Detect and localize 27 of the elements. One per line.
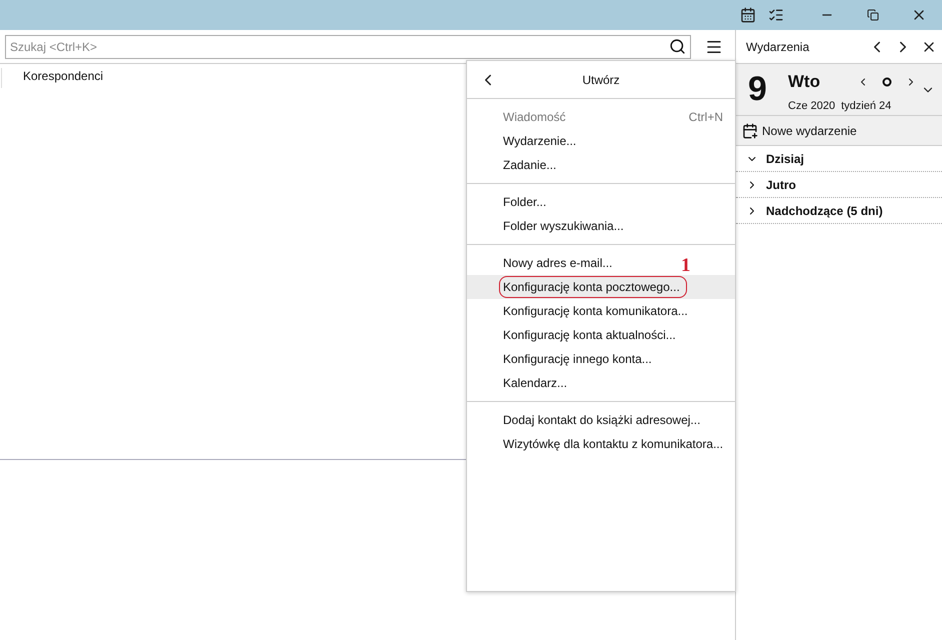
restore-icon — [867, 9, 879, 21]
day-number: 9 — [748, 70, 768, 109]
calendar-icon — [740, 7, 756, 23]
sidebar-title: Wydarzenia — [746, 40, 810, 54]
circle-icon — [882, 76, 892, 86]
weekday: Wto — [788, 72, 822, 92]
menu-item[interactable]: Wizytówkę dla kontaktu z komunikatora... — [467, 432, 735, 456]
week-number: tydzień 24 — [841, 100, 892, 112]
menu-item[interactable]: Kalendarz... — [467, 371, 735, 395]
menu-item[interactable]: Konfigurację konta komunikatora... — [467, 299, 735, 323]
menu-item[interactable]: Zadanie... — [467, 153, 735, 177]
menu-item[interactable]: Konfigurację konta aktualności... — [467, 323, 735, 347]
menu-item[interactable]: Folder... — [467, 190, 735, 214]
annotation-number: 1 — [681, 257, 690, 275]
menu-item[interactable]: Konfigurację innego konta... — [467, 347, 735, 371]
new-event-button[interactable]: Nowe wydarzenie — [736, 116, 942, 146]
month-year: Cze 2020 — [788, 100, 836, 112]
search-field[interactable]: Szukaj <Ctrl+K> — [5, 34, 691, 58]
checklist-icon — [768, 7, 784, 23]
search-icon — [669, 38, 686, 54]
calendar-plus-icon — [742, 122, 758, 138]
menu-item[interactable]: Folder wyszukiwania... — [467, 214, 735, 238]
menu-item[interactable]: Konfigurację konta pocztowego... — [467, 275, 735, 299]
menu-title: Utwórz — [581, 72, 621, 86]
menu-item[interactable]: Wydarzenie... — [467, 129, 735, 153]
menu-item[interactable]: Dodaj kontakt do książki adresowej... — [467, 408, 735, 432]
column-header[interactable]: Korespondenci — [1, 68, 461, 88]
